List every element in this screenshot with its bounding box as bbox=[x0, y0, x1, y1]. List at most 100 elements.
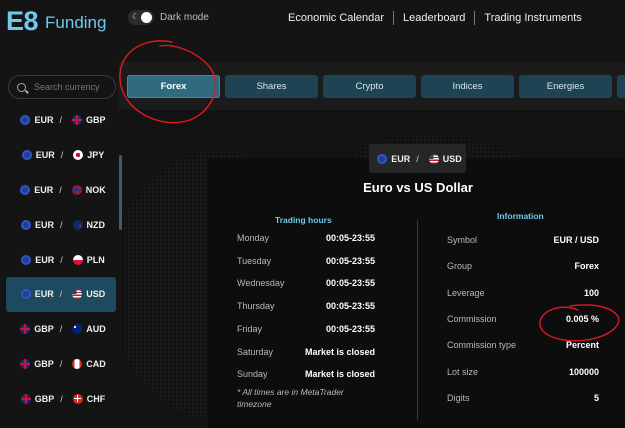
section-divider bbox=[417, 220, 418, 420]
info-label: Group bbox=[447, 261, 473, 272]
hours-value: 00:05-23:55 bbox=[325, 301, 375, 312]
pair-separator: / bbox=[59, 115, 62, 126]
pair-quote-label: NZD bbox=[86, 219, 106, 230]
search-input[interactable] bbox=[34, 82, 114, 92]
top-header: E8 Funding ☾ Dark mode Economic Calendar… bbox=[0, 0, 625, 62]
uk-flag-icon bbox=[72, 115, 82, 126]
info-value: 100000 bbox=[568, 366, 599, 377]
hours-day-label: Sunday bbox=[237, 369, 268, 380]
nz-flag-icon bbox=[72, 219, 83, 230]
pair-item-eur-jpy[interactable]: EUR / JPY bbox=[0, 138, 122, 173]
pair-quote-label: PLN bbox=[86, 254, 105, 265]
logo[interactable]: E8 Funding bbox=[6, 6, 106, 37]
info-value: Forex bbox=[574, 261, 599, 272]
tab-more[interactable] bbox=[617, 75, 625, 98]
trading-hours-title: Trading hours bbox=[275, 215, 332, 225]
pair-quote-label: CAD bbox=[86, 358, 106, 369]
pair-item-eur-pln[interactable]: EUR / PLN bbox=[0, 242, 122, 277]
pair-separator: / bbox=[59, 184, 62, 195]
toggle-knob bbox=[141, 12, 152, 23]
dark-mode-toggle[interactable]: ☾ Dark mode bbox=[128, 10, 209, 25]
pair-separator: / bbox=[416, 153, 419, 164]
pair-item-gbp-aud[interactable]: GBP / AUD bbox=[0, 312, 122, 347]
hours-day-label: Thursday bbox=[237, 301, 275, 312]
eu-flag-icon bbox=[20, 184, 31, 195]
pair-base-label: EUR bbox=[35, 150, 55, 161]
nav-economic-calendar[interactable]: Economic Calendar bbox=[288, 12, 384, 24]
info-value: Percent bbox=[565, 340, 599, 351]
hours-day-label: Monday bbox=[237, 233, 270, 243]
moon-icon: ☾ bbox=[132, 12, 140, 21]
sidebar-scrollbar[interactable] bbox=[119, 155, 122, 230]
selected-pair-badge: EUR / USD bbox=[369, 144, 466, 173]
eu-flag-icon bbox=[20, 115, 31, 126]
nav-divider bbox=[393, 11, 394, 25]
pair-base-label: EUR bbox=[34, 184, 54, 195]
info-label: Digits bbox=[447, 392, 470, 403]
eu-flag-icon bbox=[20, 289, 31, 300]
tab-indices[interactable]: Indices bbox=[421, 75, 514, 98]
search-icon bbox=[17, 82, 26, 92]
pair-base-label: GBP bbox=[34, 358, 54, 369]
hours-day-label: Friday bbox=[237, 323, 263, 334]
hours-value: 00:05-23:55 bbox=[325, 233, 375, 243]
pair-quote-label: NOK bbox=[85, 184, 106, 195]
info-label: Leverage bbox=[447, 287, 485, 298]
tab-crypto[interactable]: Crypto bbox=[323, 75, 416, 98]
eu-flag-icon bbox=[21, 254, 32, 265]
hours-value: 00:05-23:55 bbox=[325, 323, 375, 334]
tab-shares[interactable]: Shares bbox=[225, 75, 318, 98]
eu-flag-icon bbox=[20, 219, 31, 230]
info-value: 100 bbox=[583, 287, 599, 298]
tab-energies[interactable]: Energies bbox=[519, 75, 612, 98]
canada-flag-icon bbox=[72, 358, 83, 369]
info-value: EUR / USD bbox=[553, 235, 599, 245]
pair-base-label: EUR bbox=[34, 289, 54, 300]
hours-value: Market is closed bbox=[304, 369, 375, 380]
eu-flag-icon bbox=[377, 153, 388, 164]
pair-quote-label: JPY bbox=[87, 150, 105, 161]
information-title: Information bbox=[497, 211, 544, 221]
pair-base-label: GBP bbox=[34, 393, 55, 404]
instrument-title: Euro vs US Dollar bbox=[363, 180, 473, 195]
pair-base-label: GBP bbox=[34, 324, 54, 335]
pair-item-eur-nzd[interactable]: EUR / NZD bbox=[0, 207, 122, 242]
category-tabs: Forex Shares Crypto Indices Energies bbox=[118, 62, 625, 110]
hours-day-label: Tuesday bbox=[237, 255, 272, 266]
pair-quote-label: USD bbox=[86, 289, 106, 300]
pair-quote-label: GBP bbox=[86, 115, 106, 126]
pair-item-gbp-chf[interactable]: GBP / CHF bbox=[0, 381, 122, 416]
pair-separator: / bbox=[60, 219, 63, 230]
info-value: 0.005 % bbox=[565, 313, 599, 324]
swiss-flag-icon bbox=[72, 393, 83, 404]
norway-flag-icon bbox=[71, 184, 82, 195]
nav-leaderboard[interactable]: Leaderboard bbox=[403, 12, 465, 24]
currency-sidebar: EUR / GBP EUR / JPY EUR / NOK EUR / NZD EUR / PLN EUR / U… bbox=[0, 62, 122, 428]
pair-base-label: EUR bbox=[34, 219, 54, 230]
main-nav: Economic Calendar Leaderboard Trading In… bbox=[288, 11, 582, 25]
pair-separator: / bbox=[60, 150, 64, 161]
info-label: Commission bbox=[447, 313, 497, 324]
pair-quote-label: AUD bbox=[86, 324, 106, 335]
uk-flag-icon bbox=[20, 393, 31, 404]
pair-item-eur-gbp[interactable]: EUR / GBP bbox=[0, 103, 122, 138]
poland-flag-icon bbox=[72, 254, 83, 265]
pair-item-gbp-cad[interactable]: GBP / CAD bbox=[0, 347, 122, 382]
australia-flag-icon bbox=[72, 324, 83, 335]
info-label: Commission type bbox=[447, 340, 517, 351]
toggle-track[interactable]: ☾ bbox=[128, 10, 154, 25]
pair-item-eur-usd[interactable]: EUR / USD bbox=[6, 276, 116, 312]
us-flag-icon bbox=[428, 153, 439, 164]
info-label: Symbol bbox=[447, 235, 478, 245]
nav-trading-instruments[interactable]: Trading Instruments bbox=[484, 12, 581, 24]
logo-text: Funding bbox=[45, 13, 107, 32]
pair-separator: / bbox=[59, 289, 63, 300]
hours-value: Market is closed bbox=[304, 346, 375, 357]
search-box[interactable] bbox=[8, 75, 116, 99]
pair-list: EUR / GBP EUR / JPY EUR / NOK EUR / NZD EUR / PLN EUR / U… bbox=[0, 103, 122, 416]
logo-mark: E8 bbox=[6, 6, 39, 36]
selected-pair-base: EUR bbox=[391, 153, 411, 164]
pair-item-eur-nok[interactable]: EUR / NOK bbox=[0, 173, 122, 208]
timezone-note: * All times are in MetaTrader timezone bbox=[237, 387, 344, 409]
tab-forex[interactable]: Forex bbox=[127, 75, 220, 98]
